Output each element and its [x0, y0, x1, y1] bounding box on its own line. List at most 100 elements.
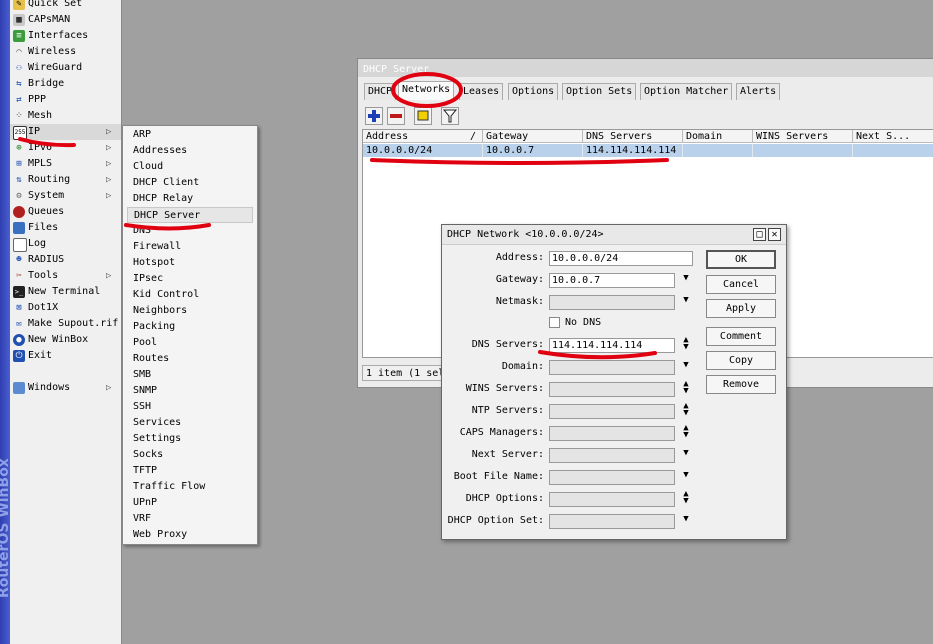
submenu-item-ipsec[interactable]: IPsec: [133, 271, 163, 287]
submenu-item-ssh[interactable]: SSH: [133, 399, 151, 415]
dialog-title[interactable]: DHCP Network <10.0.0.0/24> □ ✕: [442, 225, 786, 245]
column-header-domain[interactable]: Domain: [683, 130, 753, 143]
tab-networks[interactable]: Networks: [398, 81, 455, 100]
cell-gateway[interactable]: 10.0.0.7: [483, 144, 583, 157]
submenu-item-smb[interactable]: SMB: [133, 367, 151, 383]
dns-servers-input[interactable]: 114.114.114.114: [549, 338, 675, 353]
menu-item-interfaces[interactable]: ≡ Interfaces: [10, 28, 121, 44]
menu-item-dot1x[interactable]: ⊠ Dot1X: [10, 300, 121, 316]
submenu-item-addresses[interactable]: Addresses: [133, 143, 187, 159]
cancel-button[interactable]: Cancel: [706, 275, 776, 294]
cell-address[interactable]: 10.0.0.0/24: [363, 144, 483, 157]
dhcp-option-set-input[interactable]: [549, 514, 675, 529]
restore-button[interactable]: □: [753, 228, 766, 241]
domain-dropdown-icon[interactable]: ▼: [681, 361, 691, 376]
column-header-gateway[interactable]: Gateway: [483, 130, 583, 143]
submenu-item-dhcp-relay[interactable]: DHCP Relay: [133, 191, 193, 207]
column-header-next-server[interactable]: Next S...: [853, 130, 933, 143]
submenu-item-upnp[interactable]: UPnP: [133, 495, 157, 511]
tab-alerts[interactable]: Alerts: [736, 83, 781, 100]
cell-domain[interactable]: [683, 144, 753, 157]
menu-item-quick-set[interactable]: ✎ Quick Set: [10, 0, 121, 12]
window-title[interactable]: DHCP Server: [358, 59, 933, 77]
menu-item-ip[interactable]: 255 IP ▷: [10, 124, 121, 140]
ntp-servers-spinner-icon[interactable]: ▲ ▼: [681, 402, 691, 418]
submenu-item-socks[interactable]: Socks: [133, 447, 163, 463]
dhcp-options-spinner-icon[interactable]: ▲ ▼: [681, 490, 691, 506]
tab-leases[interactable]: Leases: [459, 83, 504, 100]
submenu-item-pool[interactable]: Pool: [133, 335, 157, 351]
menu-item-wireguard[interactable]: ⚇ WireGuard: [10, 60, 121, 76]
submenu-item-dhcp-client[interactable]: DHCP Client: [133, 175, 199, 191]
dns-servers-spinner-icon[interactable]: ▲ ▼: [681, 336, 691, 352]
menu-item-radius[interactable]: ☻ RADIUS: [10, 252, 121, 268]
comment-button[interactable]: Comment: [706, 327, 776, 346]
apply-button[interactable]: Apply: [706, 299, 776, 318]
menu-item-ipv6[interactable]: ⊕ IPv6 ▷: [10, 140, 121, 156]
netmask-input[interactable]: [549, 295, 675, 310]
gateway-dropdown-icon[interactable]: ▼: [681, 274, 691, 289]
address-input[interactable]: 10.0.0.0/24: [549, 251, 693, 266]
tab-options[interactable]: Options: [508, 83, 559, 100]
cell-dns-servers[interactable]: 114.114.114.114: [583, 144, 683, 157]
menu-item-mesh[interactable]: ⁘ Mesh: [10, 108, 121, 124]
menu-item-bridge[interactable]: ⇆ Bridge: [10, 76, 121, 92]
submenu-item-hotspot[interactable]: Hotspot: [133, 255, 175, 271]
menu-item-wireless[interactable]: ⌒ Wireless: [10, 44, 121, 60]
submenu-item-dhcp-server[interactable]: DHCP Server: [127, 207, 253, 223]
next-server-input[interactable]: [549, 448, 675, 463]
tab-option-sets[interactable]: Option Sets: [562, 83, 637, 100]
menu-item-queues[interactable]: Queues: [10, 204, 121, 220]
submenu-item-neighbors[interactable]: Neighbors: [133, 303, 187, 319]
remove-button[interactable]: [387, 107, 405, 125]
submenu-item-packing[interactable]: Packing: [133, 319, 175, 335]
menu-item-windows[interactable]: Windows ▷: [10, 380, 121, 396]
remove-button[interactable]: Remove: [706, 375, 776, 394]
no-dns-checkbox[interactable]: [549, 317, 560, 328]
column-header-wins-servers[interactable]: WINS Servers: [753, 130, 853, 143]
dhcp-option-set-dropdown-icon[interactable]: ▼: [681, 515, 691, 530]
column-header-dns-servers[interactable]: DNS Servers: [583, 130, 683, 143]
menu-item-exit[interactable]: ⏻ Exit: [10, 348, 121, 364]
domain-input[interactable]: [549, 360, 675, 375]
add-button[interactable]: [365, 107, 383, 125]
cell-wins[interactable]: [753, 144, 853, 157]
caps-managers-spinner-icon[interactable]: ▲ ▼: [681, 424, 691, 440]
submenu-item-web-proxy[interactable]: Web Proxy: [133, 527, 187, 543]
boot-file-name-dropdown-icon[interactable]: ▼: [681, 471, 691, 486]
comment-button[interactable]: [414, 107, 432, 125]
menu-item-routing[interactable]: ⇅ Routing ▷: [10, 172, 121, 188]
menu-item-capsman[interactable]: ▦ CAPsMAN: [10, 12, 121, 28]
submenu-item-vrf[interactable]: VRF: [133, 511, 151, 527]
menu-item-ppp[interactable]: ⇄ PPP: [10, 92, 121, 108]
menu-item-make-supout[interactable]: ✉ Make Supout.rif: [10, 316, 121, 332]
tab-dhcp[interactable]: DHCP: [364, 83, 397, 100]
submenu-item-firewall[interactable]: Firewall: [133, 239, 181, 255]
filter-button[interactable]: [441, 107, 459, 125]
wins-servers-input[interactable]: [549, 382, 675, 397]
menu-item-new-winbox[interactable]: ● New WinBox: [10, 332, 121, 348]
boot-file-name-input[interactable]: [549, 470, 675, 485]
submenu-item-services[interactable]: Services: [133, 415, 181, 431]
menu-item-tools[interactable]: ✂ Tools ▷: [10, 268, 121, 284]
caps-managers-input[interactable]: [549, 426, 675, 441]
netmask-dropdown-icon[interactable]: ▼: [681, 296, 691, 311]
submenu-item-snmp[interactable]: SNMP: [133, 383, 157, 399]
menu-item-files[interactable]: Files: [10, 220, 121, 236]
ntp-servers-input[interactable]: [549, 404, 675, 419]
ok-button[interactable]: OK: [706, 250, 776, 269]
dhcp-options-input[interactable]: [549, 492, 675, 507]
tab-option-matcher[interactable]: Option Matcher: [640, 83, 733, 100]
cell-next-server[interactable]: [853, 144, 933, 157]
submenu-item-arp[interactable]: ARP: [133, 127, 151, 143]
menu-item-log[interactable]: Log: [10, 236, 121, 252]
close-button[interactable]: ✕: [768, 228, 781, 241]
column-header-address[interactable]: Address /: [363, 130, 483, 143]
wins-servers-spinner-icon[interactable]: ▲ ▼: [681, 380, 691, 396]
submenu-item-cloud[interactable]: Cloud: [133, 159, 163, 175]
submenu-item-tftp[interactable]: TFTP: [133, 463, 157, 479]
submenu-item-dns[interactable]: DNS: [133, 223, 151, 239]
submenu-item-traffic-flow[interactable]: Traffic Flow: [133, 479, 205, 495]
submenu-item-settings[interactable]: Settings: [133, 431, 181, 447]
gateway-input[interactable]: 10.0.0.7: [549, 273, 675, 288]
